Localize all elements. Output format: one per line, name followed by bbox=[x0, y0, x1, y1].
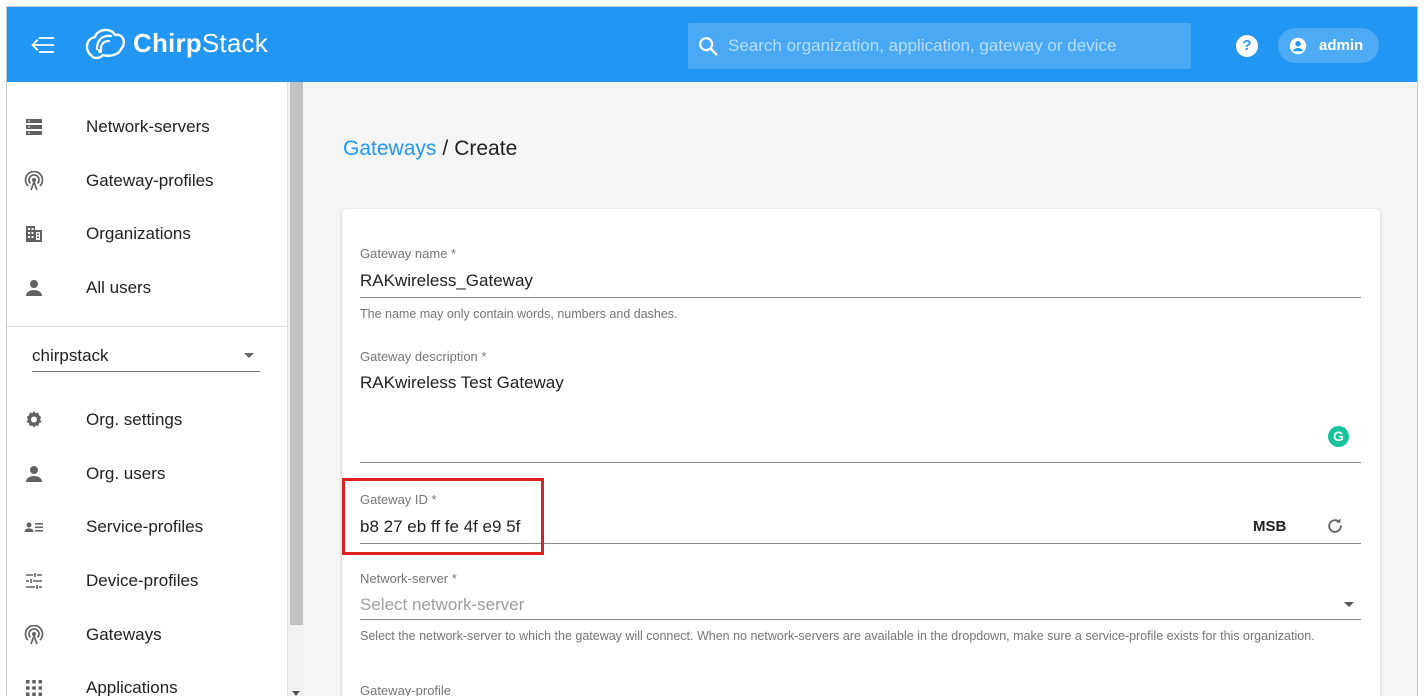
account-details-icon bbox=[24, 522, 43, 532]
search-bar[interactable] bbox=[688, 23, 1191, 69]
breadcrumb-link-gateways[interactable]: Gateways bbox=[343, 137, 436, 160]
gateway-antenna-icon bbox=[24, 625, 44, 645]
sidebar-item-label: Org. settings bbox=[86, 410, 183, 429]
breadcrumb-separator: / bbox=[442, 137, 449, 160]
sidebar-item-applications[interactable]: Applications bbox=[7, 661, 288, 696]
gateway-description-label: Gateway description * bbox=[360, 349, 487, 364]
sidebar-scrollbar[interactable] bbox=[288, 82, 304, 696]
account-circle-icon bbox=[1289, 37, 1307, 54]
sidebar-item-device-profiles[interactable]: Device-profiles bbox=[7, 554, 288, 608]
sidebar-item-organizations[interactable]: Organizations bbox=[7, 207, 288, 261]
help-icon[interactable]: ? bbox=[1236, 35, 1258, 57]
gateway-name-helper: The name may only contain words, numbers… bbox=[360, 307, 678, 321]
sidebar-item-label: Applications bbox=[86, 678, 178, 696]
network-server-select[interactable]: Select network-server bbox=[360, 595, 524, 615]
organization-select-value: chirpstack bbox=[32, 346, 109, 365]
chirpstack-logo[interactable]: ChirpStack bbox=[83, 21, 268, 65]
sidebar-item-org-settings[interactable]: Org. settings bbox=[7, 393, 288, 447]
chirpstack-logo-icon bbox=[85, 28, 126, 60]
sidebar: Network-servers Gateway-profiles Organiz… bbox=[7, 82, 288, 696]
grammarly-icon[interactable]: G bbox=[1328, 426, 1349, 447]
menu-collapse-icon[interactable] bbox=[29, 31, 57, 59]
chevron-down-icon bbox=[244, 353, 254, 358]
sidebar-item-label: Network-servers bbox=[86, 117, 210, 136]
gateway-profile-label: Gateway-profile bbox=[360, 683, 452, 696]
gateway-name-underline bbox=[360, 297, 1361, 298]
gateway-create-form: Gateway name * RAKwireless_Gateway The n… bbox=[342, 209, 1380, 696]
sidebar-item-label: Gateways bbox=[86, 625, 162, 644]
sidebar-item-label: Org. users bbox=[86, 464, 166, 483]
network-server-underline bbox=[360, 619, 1361, 620]
breadcrumb: Gateways / Create bbox=[343, 137, 517, 161]
sidebar-item-service-profiles[interactable]: Service-profiles bbox=[7, 500, 288, 554]
page-title: Create bbox=[454, 137, 518, 160]
network-server-label: Network-server * bbox=[360, 571, 457, 586]
gateway-antenna-icon bbox=[24, 171, 44, 191]
user-name: admin bbox=[1319, 37, 1364, 54]
sidebar-item-label: All users bbox=[86, 278, 152, 297]
gateway-name-label: Gateway name * bbox=[360, 246, 457, 261]
sidebar-item-label: Service-profiles bbox=[86, 517, 204, 536]
user-menu-button[interactable]: admin bbox=[1278, 28, 1379, 63]
gear-icon bbox=[26, 411, 42, 428]
person-icon bbox=[26, 280, 42, 296]
chevron-down-icon[interactable] bbox=[1344, 602, 1354, 607]
building-icon bbox=[26, 226, 42, 242]
top-app-bar: ChirpStack ? admin bbox=[7, 7, 1417, 82]
sidebar-item-label: Gateway-profiles bbox=[86, 171, 214, 190]
sidebar-item-label: Device-profiles bbox=[86, 571, 199, 590]
main-content: Gateways / Create Gateway name * RAKwirele… bbox=[304, 82, 1417, 696]
server-icon bbox=[26, 119, 42, 135]
sidebar-item-network-servers[interactable]: Network-servers bbox=[7, 100, 288, 154]
tune-icon bbox=[26, 573, 42, 589]
logo-text: ChirpStack bbox=[133, 27, 268, 58]
search-input[interactable] bbox=[728, 36, 1168, 56]
sidebar-item-label: Organizations bbox=[86, 224, 191, 243]
sidebar-item-gateway-profiles[interactable]: Gateway-profiles bbox=[7, 154, 288, 208]
annotation-highlight-box bbox=[342, 478, 544, 555]
app-window: ChirpStack ? admin Network-s bbox=[6, 6, 1418, 696]
sidebar-item-org-users[interactable]: Org. users bbox=[7, 447, 288, 501]
scrollbar-thumb[interactable] bbox=[290, 82, 303, 625]
sidebar-item-gateways[interactable]: Gateways bbox=[7, 608, 288, 662]
refresh-icon[interactable] bbox=[1325, 516, 1345, 536]
scroll-down-arrow-icon[interactable] bbox=[292, 691, 300, 696]
organization-select[interactable]: chirpstack bbox=[32, 336, 260, 372]
apps-grid-icon bbox=[26, 680, 42, 696]
person-icon bbox=[26, 466, 42, 482]
gateway-description-textarea[interactable]: RAKwireless Test Gateway bbox=[360, 373, 564, 393]
sidebar-item-all-users[interactable]: All users bbox=[7, 261, 288, 315]
search-icon bbox=[699, 37, 718, 56]
network-server-helper: Select the network-server to which the g… bbox=[360, 629, 1315, 643]
byte-order-toggle-button[interactable]: MSB bbox=[1253, 518, 1286, 535]
gateway-description-underline bbox=[360, 462, 1361, 463]
sidebar-divider bbox=[7, 326, 288, 327]
gateway-name-input[interactable]: RAKwireless_Gateway bbox=[360, 271, 533, 291]
